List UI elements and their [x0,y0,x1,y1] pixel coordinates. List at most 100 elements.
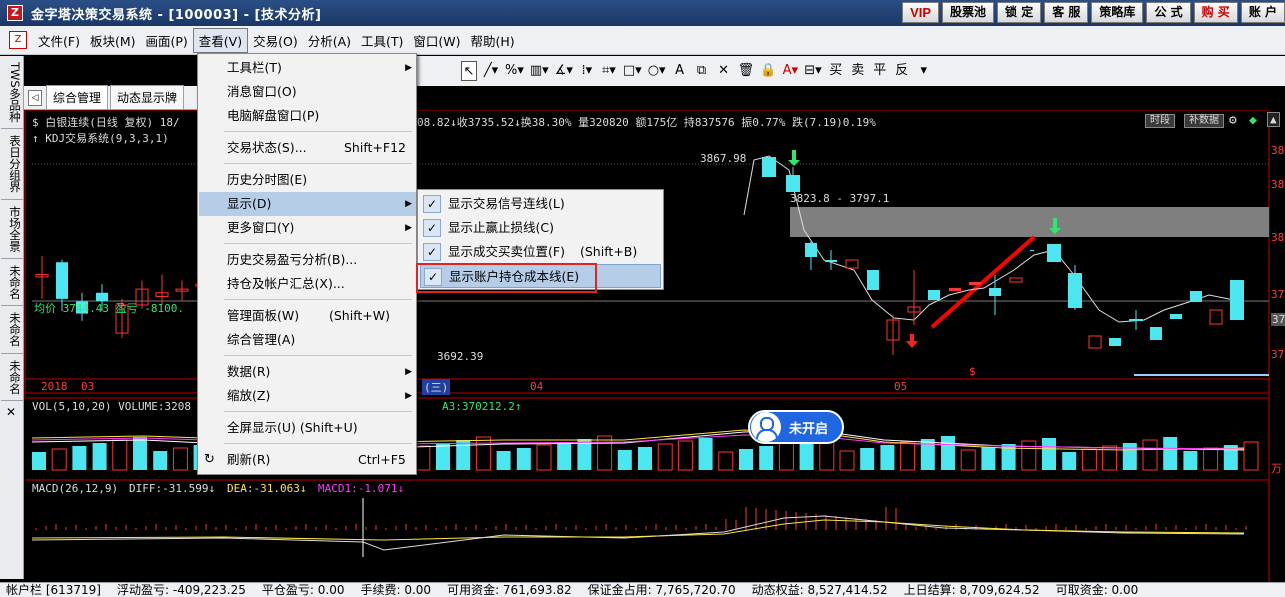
settings-icon[interactable]: ⚙ [1229,113,1237,128]
customer-service-button[interactable]: 客 服 [1044,2,1089,23]
account-button[interactable]: 账 户 [1240,2,1285,23]
volume-bar [133,437,147,470]
buy-tool[interactable]: 买 [828,61,844,81]
menu-separator [224,443,412,444]
menu-analysis[interactable]: 分析(A) [303,29,356,52]
time-period-button[interactable]: 时段 [1145,114,1175,128]
left-tab-daily[interactable]: 表日分组界 [1,129,23,200]
close-position-tool[interactable]: 平 [872,61,888,81]
menu-item-zoom[interactable]: 缩放(Z) ▶ [199,384,416,408]
copy-icon[interactable]: ⧉ [694,61,710,81]
left-tab-unnamed-2[interactable]: 未命名 [1,306,23,354]
account-id[interactable]: 帐户栏 [613719] [6,583,101,597]
menu-item-toolbar[interactable]: 工具栏(T) ▶ [199,56,416,80]
left-tab-unnamed-3[interactable]: 未命名 [1,354,23,402]
candle [969,282,981,285]
app-menu-icon[interactable]: Z [9,31,27,49]
angle-icon[interactable]: ∡▾ [555,61,573,81]
text-icon[interactable]: A [672,61,688,81]
menu-window[interactable]: 窗口(W) [408,29,465,52]
submenu-arrow-icon: ▶ [405,199,412,209]
candle [1209,309,1223,325]
sell-signal-arrow [788,150,800,166]
auto-trade-status-pill[interactable]: 未开启 [748,410,844,444]
vip-button[interactable]: VIP [902,2,940,23]
menu-item-pnl-analysis[interactable]: 历史交易盈亏分析(B)... [199,248,416,272]
stock-pool-button[interactable]: 股票池 [942,2,995,23]
macd-dea-line [31,519,1245,541]
candle [845,259,859,269]
tab-scroll-left-icon[interactable]: ◁ [28,90,42,106]
lock-button[interactable]: 锁 定 [997,2,1042,23]
menu-item-message-window[interactable]: 消息窗口(O) [199,80,416,104]
chart-quote-line: 08.82↓收3735.52↓换38.30% 量320820 额175亿 持83… [417,116,876,129]
diamond-icon[interactable]: ◆ [1249,113,1257,128]
left-tab-multi[interactable]: TWS多品种 [1,56,23,130]
sell-tool[interactable]: 卖 [850,61,866,81]
menu-screen[interactable]: 画面(P) [141,29,193,52]
menu-tools[interactable]: 工具(T) [356,29,408,52]
menu-help[interactable]: 帮助(H) [466,29,520,52]
delete-icon[interactable]: ✕ [716,61,732,81]
available-funds: 可用资金: 761,693.82 [447,583,572,597]
close-icon[interactable]: ✕ [0,405,22,419]
candle [56,262,68,299]
macd-bars [35,507,1247,530]
menu-sector[interactable]: 板块(M) [85,29,141,52]
circle-icon[interactable]: ○▾ [648,61,666,81]
formula-button[interactable]: 公 式 [1146,2,1191,23]
menu-item-overview[interactable]: 综合管理(A) [199,328,416,352]
menu-item-data[interactable]: 数据(R) ▶ [199,360,416,384]
volume-bar [1081,448,1097,471]
menu-item-history-intraday[interactable]: 历史分时图(E) [199,168,416,192]
submenu-signal-lines[interactable]: ✓ 显示交易信号连线(L) [420,192,661,216]
save-icon[interactable]: ⊟▾ [804,61,821,81]
volume-bar [112,439,128,471]
font-color-icon[interactable]: A▾ [782,61,798,81]
grid-icon[interactable]: ⌗▾ [601,61,617,81]
menu-item-position-summary[interactable]: 持仓及帐户汇总(X)... [199,272,416,296]
menu-item-manage-panel[interactable]: 管理面板(W) (Shift+W) [199,304,416,328]
line-icon[interactable]: ╱▾ [483,61,499,81]
volume-bar [860,448,875,470]
submenu-trade-positions[interactable]: ✓ 显示成交买卖位置(F) (Shift+B) [420,240,661,264]
volume-bar [536,444,552,471]
menu-item-refresh[interactable]: ↻ 刷新(R) Ctrl+F5 [199,448,416,472]
rect-icon[interactable]: □▾ [623,61,642,81]
menu-item-trade-status[interactable]: 交易状态(S)... Shift+F12 [199,136,416,160]
purchase-button[interactable]: 购 买 [1193,2,1238,23]
trash-icon[interactable]: 🗑 [738,61,755,81]
reverse-tool[interactable]: 反 [894,61,910,81]
submenu-stop-lines[interactable]: ✓ 显示止赢止损线(C) [420,216,661,240]
volume-bar [677,440,693,471]
scroll-up-icon[interactable]: ▲ [1267,112,1280,127]
ruler-icon[interactable]: ▥▾ [530,61,549,81]
tab-overview[interactable]: 综合管理 [46,85,109,109]
high-price-label: 3867.98 [700,152,747,165]
range-label: 3823.8 - 3797.1 [790,192,890,205]
menu-item-display[interactable]: 显示(D) ▶ [199,192,416,216]
menu-file[interactable]: 文件(F) [33,29,85,52]
lock-icon[interactable]: 🔒 [760,61,776,81]
menu-trade[interactable]: 交易(O) [248,29,303,52]
toolbar-more-icon[interactable]: ▾ [916,61,932,81]
volume-bar [1243,441,1259,471]
menu-item-fullscreen[interactable]: 全屏显示(U) (Shift+U) [199,416,416,440]
vertical-lines-icon[interactable]: ⁞▾ [579,61,595,81]
volume-bar [516,448,531,470]
left-tab-market[interactable]: 市场全景 [1,200,23,259]
tab-dynamic[interactable]: 动态显示牌 [110,85,185,109]
menu-item-more-windows[interactable]: 更多窗口(Y) ▶ [199,216,416,240]
volume-bar [1142,439,1158,471]
menu-view[interactable]: 查看(V) [192,27,249,53]
fill-data-button[interactable]: 补数据 [1184,114,1224,128]
menu-item-analysis-window[interactable]: 电脑解盘窗口(P) [199,104,416,128]
candle [949,288,961,291]
percent-icon[interactable]: %▾ [505,61,524,81]
cursor-icon[interactable]: ↖ [461,61,477,81]
volume-bar [1163,437,1178,470]
strategy-library-button[interactable]: 策略库 [1091,2,1144,23]
left-tab-unnamed-1[interactable]: 未命名 [1,259,23,307]
macd1: MACD1:-1.071↓ [318,482,405,495]
candle [1170,314,1182,319]
